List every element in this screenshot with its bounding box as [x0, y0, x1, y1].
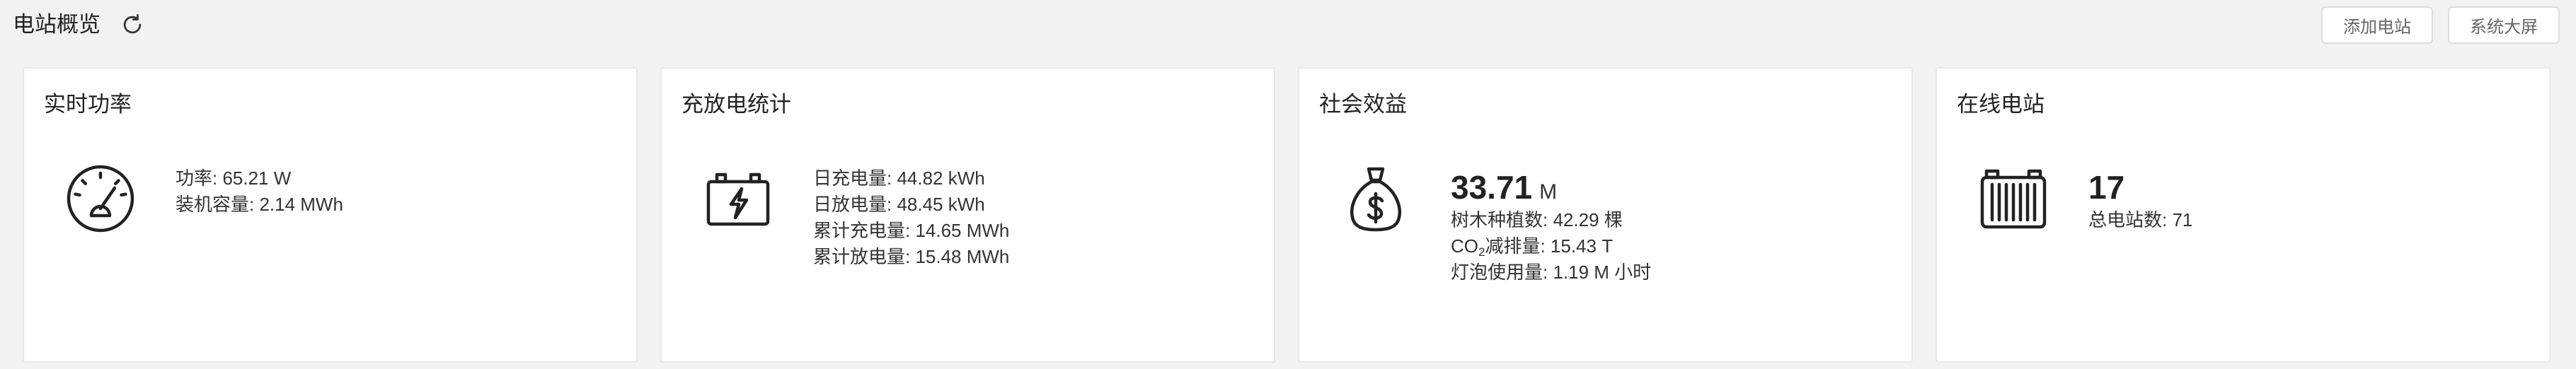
- installed-capacity-value: 装机容量: 2.14 MWh: [176, 194, 343, 215]
- co2-prefix: CO: [1451, 235, 1478, 257]
- refresh-icon[interactable]: [120, 13, 144, 37]
- page-title: 电站概览: [13, 12, 100, 37]
- benefit-unit: M: [1539, 180, 1558, 204]
- online-stations-stats: 17 总电站数: 71: [2088, 169, 2192, 233]
- realtime-power-card: 实时功率 功率: 65.21 W 装机容量: 2.14 MWh: [23, 67, 638, 363]
- trees-planted-value: 树木种植数: 42.29 棵: [1451, 209, 1623, 230]
- online-stations-card: 在线电站 17 总电站数: 71: [1936, 67, 2551, 363]
- online-station-count: 17: [2088, 169, 2125, 206]
- social-benefit-stats: 33.71 M 树木种植数: 42.29 棵 CO2减排量: 15.43 T 灯泡…: [1451, 169, 1651, 286]
- daily-discharge-value: 日放电量: 48.45 kWh: [813, 194, 985, 215]
- realtime-power-stats: 功率: 65.21 W 装机容量: 2.14 MWh: [176, 165, 343, 218]
- total-station-count: 总电站数: 71: [2088, 209, 2193, 230]
- co2-reduction-value: CO2减排量: 15.43 T: [1451, 233, 1651, 259]
- benefit-total: 33.71 M: [1451, 169, 1651, 207]
- card-title: 充放电统计: [682, 92, 791, 117]
- card-title: 实时功率: [44, 92, 132, 117]
- battery-pack-icon: [1978, 163, 2049, 234]
- system-dashboard-button[interactable]: 系统大屏: [2448, 6, 2560, 44]
- total-charge-value: 累计充电量: 14.65 MWh: [813, 220, 1010, 241]
- charge-stats: 日充电量: 44.82 kWh 日放电量: 48.45 kWh 累计充电量: 1…: [813, 165, 1009, 270]
- card-title: 社会效益: [1319, 92, 1407, 117]
- co2-suffix: 减排量: 15.43 T: [1485, 235, 1614, 257]
- power-value: 功率: 65.21 W: [176, 168, 292, 189]
- total-discharge-value: 累计放电量: 15.48 MWh: [813, 246, 1010, 267]
- money-bag-icon: [1340, 163, 1411, 234]
- add-station-button[interactable]: 添加电站: [2321, 6, 2433, 44]
- card-title: 在线电站: [1957, 92, 2045, 117]
- social-benefit-card: 社会效益 33.71 M 树木种植数: 42.29 棵 CO2减排量: 15.43…: [1298, 67, 1913, 363]
- benefit-value: 33.71: [1451, 169, 1533, 206]
- bulb-usage-value: 灯泡使用量: 1.19 M 小时: [1451, 262, 1652, 283]
- charge-stats-card: 充放电统计 日充电量: 44.82 kWh 日放电量: 48.45 kWh 累计…: [660, 67, 1275, 363]
- battery-charge-icon: [703, 163, 774, 234]
- speedometer-icon: [65, 163, 136, 234]
- daily-charge-value: 日充电量: 44.82 kWh: [813, 168, 985, 189]
